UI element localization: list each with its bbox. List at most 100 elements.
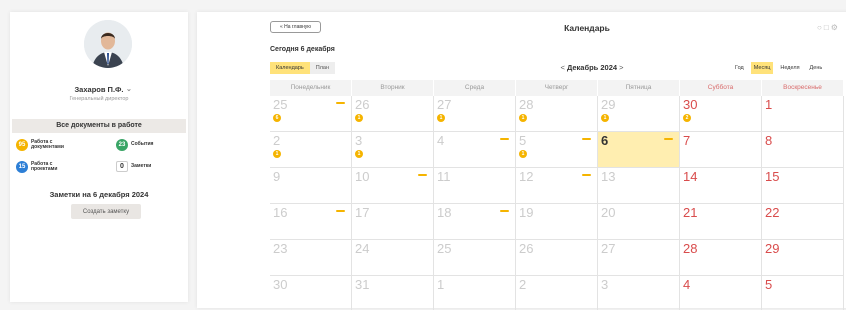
day-task-count-badge[interactable]: 1 (273, 150, 281, 158)
day-task-count-badge[interactable]: 1 (355, 114, 363, 122)
day-number: 24 (355, 241, 370, 256)
calendar-day[interactable]: 31 (352, 132, 434, 168)
day-task-count-badge[interactable]: 1 (519, 150, 527, 158)
calendar-day[interactable]: 25 (434, 240, 516, 276)
calendar-day[interactable]: 26 1 (352, 96, 434, 132)
calendar-day[interactable]: 24 (352, 240, 434, 276)
events-count-badge: 23 (116, 139, 128, 151)
stat-projects[interactable]: 15 Работа с проектами (16, 161, 57, 173)
day-task-count-badge[interactable]: 1 (519, 114, 527, 122)
home-button[interactable]: « На главную (270, 21, 321, 33)
tab-week[interactable]: Неделя (777, 62, 802, 74)
tab-month[interactable]: Месяц (750, 62, 774, 74)
calendar-day[interactable]: 27 1 (434, 96, 516, 132)
projects-label: Работа с проектами (31, 160, 58, 172)
calendar-day[interactable]: 21 (680, 204, 762, 240)
weekday-header: Суббота (680, 80, 762, 96)
weekday-header: Вторник (352, 80, 434, 96)
calendar-day[interactable]: 28 1 (516, 96, 598, 132)
calendar-day[interactable]: 12 (516, 168, 598, 204)
calendar-day[interactable]: 1 (762, 96, 844, 132)
event-marker[interactable] (418, 174, 427, 176)
day-number: 27 (437, 97, 452, 112)
day-number: 31 (355, 277, 370, 292)
projects-count-badge: 15 (16, 161, 28, 173)
calendar-day[interactable]: 23 (270, 240, 352, 276)
day-number: 18 (437, 205, 452, 220)
calendar-day[interactable]: 51 (516, 132, 598, 168)
stat-notes[interactable]: 0 Заметки (116, 161, 151, 172)
calendar-day-today[interactable]: 6 (598, 132, 680, 168)
tab-calendar[interactable]: Календарь (270, 62, 310, 74)
calendar-day[interactable]: 4 (434, 132, 516, 168)
day-number: 5 (519, 133, 527, 148)
chevron-down-icon[interactable]: ⌄ (126, 85, 132, 93)
calendar-day[interactable]: 18 (434, 204, 516, 240)
create-note-button[interactable]: Создать заметку (71, 204, 141, 219)
day-number: 1 (437, 277, 445, 292)
tab-plan[interactable]: План (309, 62, 336, 74)
calendar-day[interactable]: 14 (680, 168, 762, 204)
calendar-day[interactable]: 15 (762, 168, 844, 204)
stat-events[interactable]: 23 События (116, 139, 153, 151)
calendar-panel: « На главную Календарь ○ □ ⚙ Сегодня 6 д… (197, 12, 846, 310)
settings-icon[interactable]: ⚙ (831, 23, 838, 32)
calendar-day[interactable]: 5 (762, 276, 844, 310)
calendar-day[interactable]: 27 (598, 240, 680, 276)
day-number: 2 (519, 277, 527, 292)
calendar-day[interactable]: 10 (352, 168, 434, 204)
calendar-day[interactable]: 9 (270, 168, 352, 204)
calendar-day[interactable]: 29 (762, 240, 844, 276)
calendar-day[interactable]: 20 (598, 204, 680, 240)
event-marker[interactable] (582, 138, 591, 140)
calendar-day[interactable]: 19 (516, 204, 598, 240)
calendar-day[interactable]: 21 (270, 132, 352, 168)
tab-day[interactable]: День (807, 62, 826, 74)
calendar-day[interactable]: 31 (352, 276, 434, 310)
next-month-icon[interactable]: > (619, 63, 623, 72)
day-number: 7 (683, 133, 691, 148)
event-marker[interactable] (336, 210, 345, 212)
calendar-day[interactable]: 26 (516, 240, 598, 276)
print-icon[interactable]: □ (824, 23, 829, 32)
calendar-day[interactable]: 4 (680, 276, 762, 310)
prev-month-icon[interactable]: < (560, 63, 564, 72)
calendar-day[interactable]: 3 (598, 276, 680, 310)
day-number: 28 (519, 97, 534, 112)
stat-documents[interactable]: 95 Работа с документами (16, 139, 64, 151)
calendar-day[interactable]: 7 (680, 132, 762, 168)
event-marker[interactable] (500, 138, 509, 140)
calendar-day[interactable]: 30 (270, 276, 352, 310)
calendar-day[interactable]: 17 (352, 204, 434, 240)
calendar-day[interactable]: 8 (762, 132, 844, 168)
day-task-count-badge[interactable]: 1 (355, 150, 363, 158)
day-task-count-badge[interactable]: 1 (601, 114, 609, 122)
event-marker[interactable] (582, 174, 591, 176)
calendar-day[interactable]: 16 (270, 204, 352, 240)
day-task-count-badge[interactable]: 1 (437, 114, 445, 122)
calendar-day[interactable]: 25 6 (270, 96, 352, 132)
refresh-icon[interactable]: ○ (817, 23, 822, 32)
day-number: 19 (519, 205, 534, 220)
day-number: 10 (355, 169, 370, 184)
event-marker[interactable] (664, 138, 673, 140)
day-task-count-badge[interactable]: 6 (273, 114, 281, 122)
calendar-day[interactable]: 1 (434, 276, 516, 310)
user-name[interactable]: Захаров П.Ф. ⌄ (10, 85, 188, 94)
day-number: 4 (437, 133, 445, 148)
avatar[interactable] (84, 20, 132, 68)
calendar-day[interactable]: 30 2 (680, 96, 762, 132)
day-task-count-badge[interactable]: 2 (683, 114, 691, 122)
tab-year[interactable]: Год (732, 62, 747, 74)
day-number: 4 (683, 277, 691, 292)
day-number: 22 (765, 205, 780, 220)
calendar-day[interactable]: 2 (516, 276, 598, 310)
calendar-day[interactable]: 13 (598, 168, 680, 204)
calendar-day[interactable]: 29 1 (598, 96, 680, 132)
event-marker[interactable] (336, 102, 345, 104)
event-marker[interactable] (500, 210, 509, 212)
calendar-day[interactable]: 28 (680, 240, 762, 276)
calendar-day[interactable]: 11 (434, 168, 516, 204)
today-label: Сегодня 6 декабря (270, 46, 335, 53)
calendar-day[interactable]: 22 (762, 204, 844, 240)
